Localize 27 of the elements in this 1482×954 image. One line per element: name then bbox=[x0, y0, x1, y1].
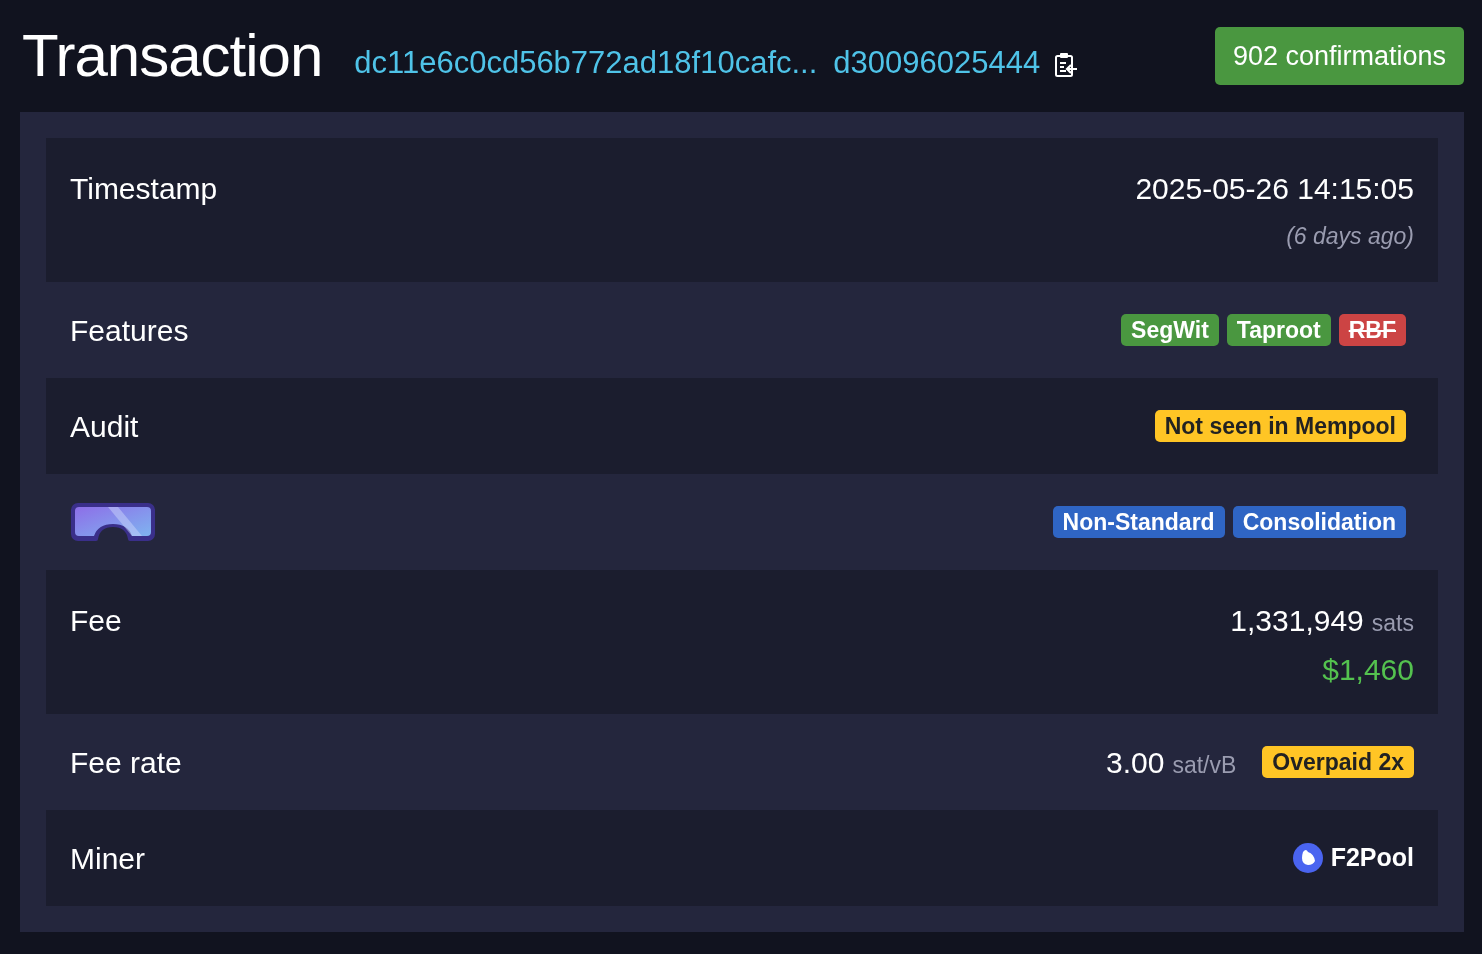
row-label: Fee rate bbox=[70, 744, 182, 781]
miner-name: F2Pool bbox=[1330, 842, 1414, 874]
tag: SegWit bbox=[1121, 313, 1219, 347]
tag: Consolidation bbox=[1232, 505, 1406, 539]
transaction-id-link[interactable]: d30096025444 bbox=[833, 39, 1041, 87]
row-label: Audit bbox=[70, 408, 139, 445]
relative-time: (6 days ago) bbox=[1286, 222, 1414, 251]
fee-unit: sats bbox=[1371, 609, 1414, 638]
fee-rate-value: 3.00 bbox=[1106, 744, 1165, 781]
confirmations-count: 902 confirmations bbox=[1214, 26, 1464, 86]
row-label: Features bbox=[70, 312, 189, 349]
tag: Non-Standard bbox=[1052, 505, 1225, 539]
row-label: Miner bbox=[70, 840, 145, 877]
timestamp-value: 2025-05-26 14:15:05 bbox=[1135, 171, 1414, 207]
tag: Not seen in Mempool bbox=[1154, 409, 1406, 443]
fiat-amount: $1,460 bbox=[1322, 652, 1414, 688]
copy-icon[interactable] bbox=[1054, 52, 1079, 78]
row-label: Fee bbox=[70, 603, 122, 639]
tag: Overpaid 2x bbox=[1262, 745, 1414, 779]
fee-amount: 1,331,949 bbox=[1230, 603, 1364, 639]
goggles-icon bbox=[70, 502, 156, 542]
fee-rate-unit: sat/vB bbox=[1172, 750, 1237, 780]
tag: Taproot bbox=[1226, 313, 1331, 347]
row-label: Timestamp bbox=[70, 171, 218, 207]
transaction-id-link[interactable]: dc11e6c0cd56b772ad18f10cafc... bbox=[354, 39, 818, 87]
tag: RBF bbox=[1338, 313, 1406, 347]
page-title: Transaction bbox=[22, 26, 323, 86]
